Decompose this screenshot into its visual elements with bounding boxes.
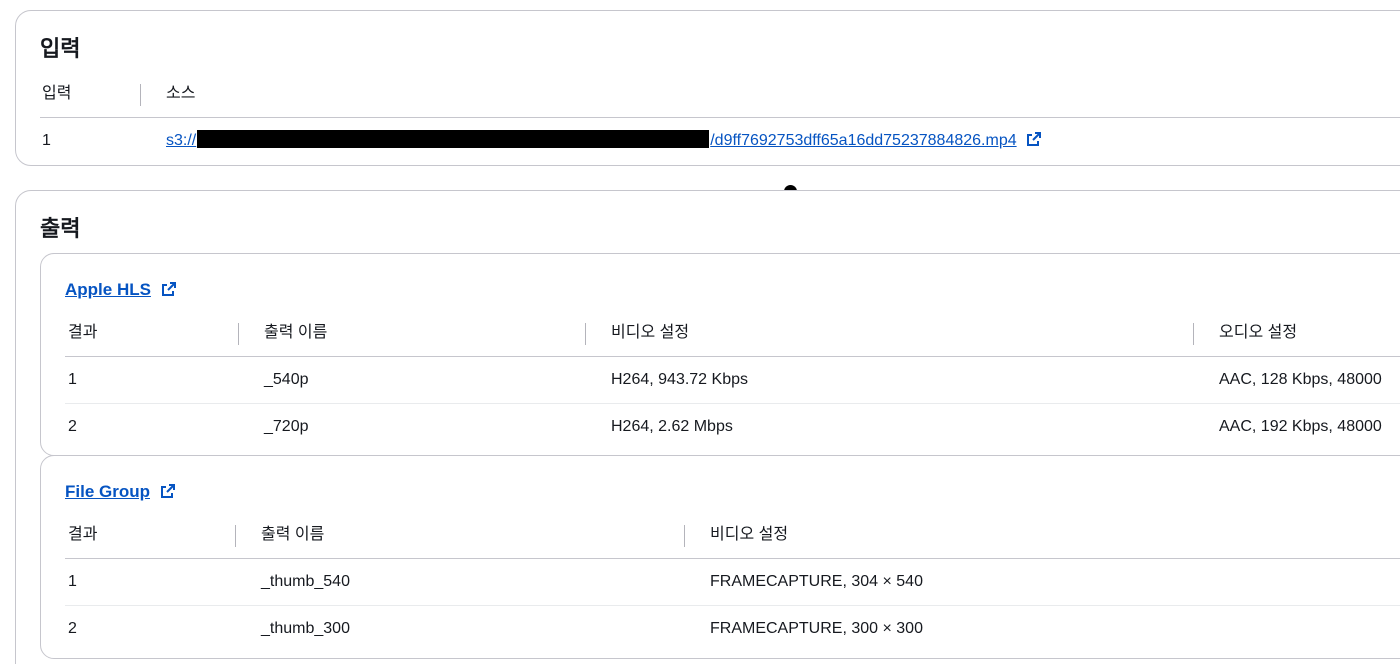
- header-output-name: 출력 이름: [238, 310, 327, 356]
- source-prefix: s3://: [166, 132, 197, 149]
- column-separator: [1193, 323, 1194, 345]
- table-row: 2 _thumb_300 FRAMECAPTURE, 300 × 300: [65, 606, 1400, 652]
- video-settings-cell: H264, 943.72 Kbps: [611, 371, 748, 388]
- header-video-settings: 비디오 설정: [684, 512, 788, 558]
- file-group-link[interactable]: File Group: [65, 482, 150, 501]
- input-panel: 입력 입력 소스 1 s3:// /d9ff7692753dff65a16dd75…: [15, 10, 1400, 166]
- source-suffix: /d9ff7692753dff65a16dd75237884826.mp4: [710, 132, 1017, 149]
- header-source-label: 소스: [166, 85, 196, 102]
- input-index: 1: [42, 132, 51, 149]
- header-result: 결과: [68, 324, 98, 341]
- apple-hls-link[interactable]: Apple HLS: [65, 280, 151, 299]
- output-panel-title: 출력: [40, 216, 81, 241]
- video-settings-cell: H264, 2.62 Mbps: [611, 418, 733, 435]
- external-link-icon[interactable]: [161, 281, 177, 297]
- input-row: 1 s3:// /d9ff7692753dff65a16dd75237884826…: [40, 118, 1400, 164]
- header-audio-settings: 오디오 설정: [1193, 310, 1297, 356]
- file-group-table: 결과 출력 이름 비디오 설정 1 _thumb_540 FRAMECAPTUR…: [65, 512, 1400, 652]
- audio-settings-cell: AAC, 128 Kbps, 48000: [1219, 371, 1382, 388]
- output-name-cell: _720p: [264, 418, 309, 435]
- result-cell: 2: [68, 418, 77, 435]
- video-settings-cell: FRAMECAPTURE, 304 × 540: [710, 573, 923, 590]
- table-row: 1 _thumb_540 FRAMECAPTURE, 304 × 540: [65, 559, 1400, 606]
- header-input: 입력: [42, 85, 72, 102]
- audio-settings-cell: AAC, 192 Kbps, 48000: [1219, 418, 1382, 435]
- column-separator: [238, 323, 239, 345]
- group-title: Apple HLS: [65, 280, 177, 300]
- job-details-page: 입력 입력 소스 1 s3:// /d9ff7692753dff65a16dd75…: [0, 0, 1400, 664]
- column-separator: [684, 525, 685, 547]
- output-panel: 출력 Apple HLS 결과 출력 이름 비디오 설정 오디오 설정 1 _5…: [15, 190, 1400, 664]
- table-row: 2 _720p H264, 2.62 Mbps AAC, 192 Kbps, 4…: [65, 404, 1400, 450]
- input-table: 입력 소스 1 s3:// /d9ff7692753dff65a16dd75237…: [40, 71, 1400, 164]
- output-name-cell: _540p: [264, 371, 309, 388]
- output-group-file-group: File Group 결과 출력 이름 비디오 설정 1 _thumb_540 …: [40, 455, 1400, 659]
- output-name-cell: _thumb_300: [261, 620, 350, 637]
- output-name-cell: _thumb_540: [261, 573, 350, 590]
- header-output-name: 출력 이름: [235, 512, 324, 558]
- table-row: 1 _540p H264, 943.72 Kbps AAC, 128 Kbps,…: [65, 357, 1400, 404]
- source-s3-link[interactable]: s3:// /d9ff7692753dff65a16dd75237884826.m…: [166, 130, 1017, 149]
- result-cell: 2: [68, 620, 77, 637]
- header-source: 소스: [140, 71, 196, 117]
- column-separator: [235, 525, 236, 547]
- header-video-settings: 비디오 설정: [585, 310, 689, 356]
- table-header: 결과 출력 이름 비디오 설정: [65, 512, 1400, 559]
- redacted-bucket-path: [197, 130, 710, 148]
- group-title: File Group: [65, 482, 176, 502]
- result-cell: 1: [68, 573, 77, 590]
- table-header: 결과 출력 이름 비디오 설정 오디오 설정: [65, 310, 1400, 357]
- video-settings-cell: FRAMECAPTURE, 300 × 300: [710, 620, 923, 637]
- external-link-icon[interactable]: [1026, 131, 1042, 147]
- external-link-icon[interactable]: [160, 483, 176, 499]
- apple-hls-table: 결과 출력 이름 비디오 설정 오디오 설정 1 _540p H264, 943…: [65, 310, 1400, 450]
- column-separator: [140, 84, 141, 106]
- input-panel-title: 입력: [40, 36, 81, 61]
- source-cell: s3:// /d9ff7692753dff65a16dd75237884826.m…: [166, 118, 1042, 164]
- header-result: 결과: [68, 526, 98, 543]
- result-cell: 1: [68, 371, 77, 388]
- column-separator: [585, 323, 586, 345]
- input-table-header: 입력 소스: [40, 71, 1400, 118]
- output-group-apple-hls: Apple HLS 결과 출력 이름 비디오 설정 오디오 설정 1 _540p…: [40, 253, 1400, 456]
